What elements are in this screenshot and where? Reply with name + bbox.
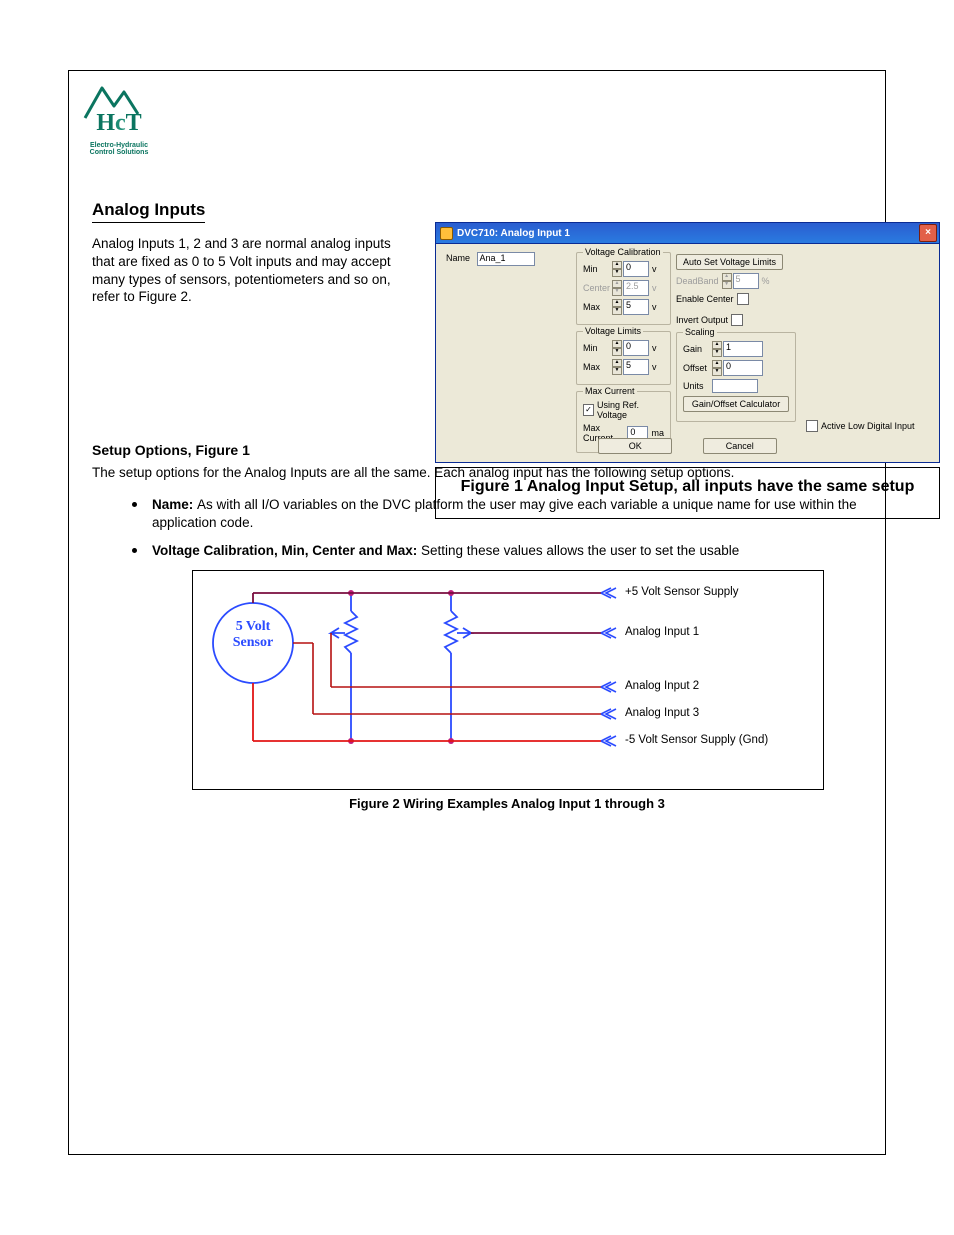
sensor-label: 5 Volt Sensor bbox=[213, 619, 293, 651]
group-legend: Max Current bbox=[583, 386, 637, 396]
bullet-label: Name: bbox=[152, 497, 197, 512]
pin-gnd: -5 Volt Sensor Supply (Gnd) bbox=[625, 734, 768, 746]
figure-2-wiring: 5 Volt Sensor +5 Volt Sensor Supply Anal… bbox=[192, 570, 824, 790]
pin-ref: +5 Volt Sensor Supply bbox=[625, 586, 738, 598]
name-label: Name bbox=[446, 253, 470, 263]
voltage-calibration-group: Voltage Calibration Min ▲▼0v Center ▲▼2.… bbox=[576, 252, 671, 325]
center-label: Center bbox=[583, 283, 609, 293]
pin-ai2: Analog Input 2 bbox=[625, 680, 699, 692]
invert-output-checkbox[interactable]: Invert Output bbox=[676, 313, 743, 327]
max-label: Max bbox=[583, 302, 609, 312]
vlim-min-label: Min bbox=[583, 343, 609, 353]
gain-offset-calculator-button[interactable]: Gain/Offset Calculator bbox=[683, 396, 789, 412]
hct-logo: HcT Electro-Hydraulic Control Solutions bbox=[78, 78, 160, 157]
gain-spinner[interactable]: ▲▼1 bbox=[712, 341, 763, 357]
offset-spinner[interactable]: ▲▼0 bbox=[712, 360, 763, 376]
using-ref-checkbox[interactable]: ✓Using Ref. Voltage bbox=[583, 400, 664, 420]
active-low-checkbox[interactable]: Active Low Digital Input bbox=[806, 420, 915, 432]
sensor-label-line1: 5 Volt bbox=[236, 619, 271, 634]
section-heading: Analog Inputs bbox=[92, 200, 205, 223]
analog-input-dialog: DVC710: Analog Input 1 × Name Ana_1 Volt… bbox=[435, 222, 940, 463]
min-label: Min bbox=[583, 264, 609, 274]
vlim-min-spinner[interactable]: ▲▼0 bbox=[612, 340, 649, 356]
pin-ai3: Analog Input 3 bbox=[625, 707, 699, 719]
enable-center-checkbox[interactable]: Enable Center bbox=[676, 292, 749, 306]
offset-label: Offset bbox=[683, 363, 709, 373]
units-label: Units bbox=[683, 381, 709, 391]
close-icon[interactable]: × bbox=[919, 224, 937, 242]
group-legend: Scaling bbox=[683, 327, 717, 337]
group-legend: Voltage Calibration bbox=[583, 247, 663, 257]
figure-2-caption: Figure 2 Wiring Examples Analog Input 1 … bbox=[192, 796, 822, 811]
cancel-button[interactable]: Cancel bbox=[703, 438, 777, 454]
sensor-label-line2: Sensor bbox=[233, 635, 273, 650]
vlim-max-spinner[interactable]: ▲▼5 bbox=[612, 359, 649, 375]
voltage-limits-group: Voltage Limits Min ▲▼0v Max ▲▼5v bbox=[576, 331, 671, 385]
gain-label: Gain bbox=[683, 344, 709, 354]
logo-sub-1: Electro-Hydraulic bbox=[78, 142, 160, 149]
bullet-text: Setting these values allows the user to … bbox=[421, 543, 739, 558]
name-field[interactable]: Ana_1 bbox=[477, 252, 535, 266]
pin-ai1: Analog Input 1 bbox=[625, 626, 699, 638]
dialog-title: DVC710: Analog Input 1 bbox=[457, 228, 570, 239]
deadband-label: DeadBand bbox=[676, 276, 719, 286]
auto-set-button[interactable]: Auto Set Voltage Limits bbox=[676, 254, 783, 270]
ok-button[interactable]: OK bbox=[598, 438, 672, 454]
dialog-titlebar[interactable]: DVC710: Analog Input 1 × bbox=[436, 223, 939, 244]
intro-paragraph: Analog Inputs 1, 2 and 3 are normal anal… bbox=[92, 235, 392, 306]
app-icon bbox=[440, 227, 453, 240]
svg-text:HcT: HcT bbox=[96, 110, 141, 136]
deadband-spinner: ▲▼5 bbox=[722, 273, 759, 289]
figure-1-caption: Figure 1 Analog Input Setup, all inputs … bbox=[461, 478, 915, 495]
units-field[interactable] bbox=[712, 379, 758, 393]
figure-1-caption-box: Figure 1 Analog Input Setup, all inputs … bbox=[435, 467, 940, 519]
scaling-group: Scaling Gain ▲▼1 Offset ▲▼0 Units Gain/O… bbox=[676, 332, 796, 422]
group-legend: Voltage Limits bbox=[583, 326, 643, 336]
vlim-max-label: Max bbox=[583, 362, 609, 372]
max-spinner[interactable]: ▲▼5 bbox=[612, 299, 649, 315]
center-spinner: ▲▼2.5 bbox=[612, 280, 649, 296]
bullet-label: Voltage Calibration, Min, Center and Max… bbox=[152, 543, 421, 558]
logo-sub-2: Control Solutions bbox=[78, 149, 160, 156]
min-spinner[interactable]: ▲▼0 bbox=[612, 261, 649, 277]
bullet-item: Voltage Calibration, Min, Center and Max… bbox=[92, 542, 862, 560]
